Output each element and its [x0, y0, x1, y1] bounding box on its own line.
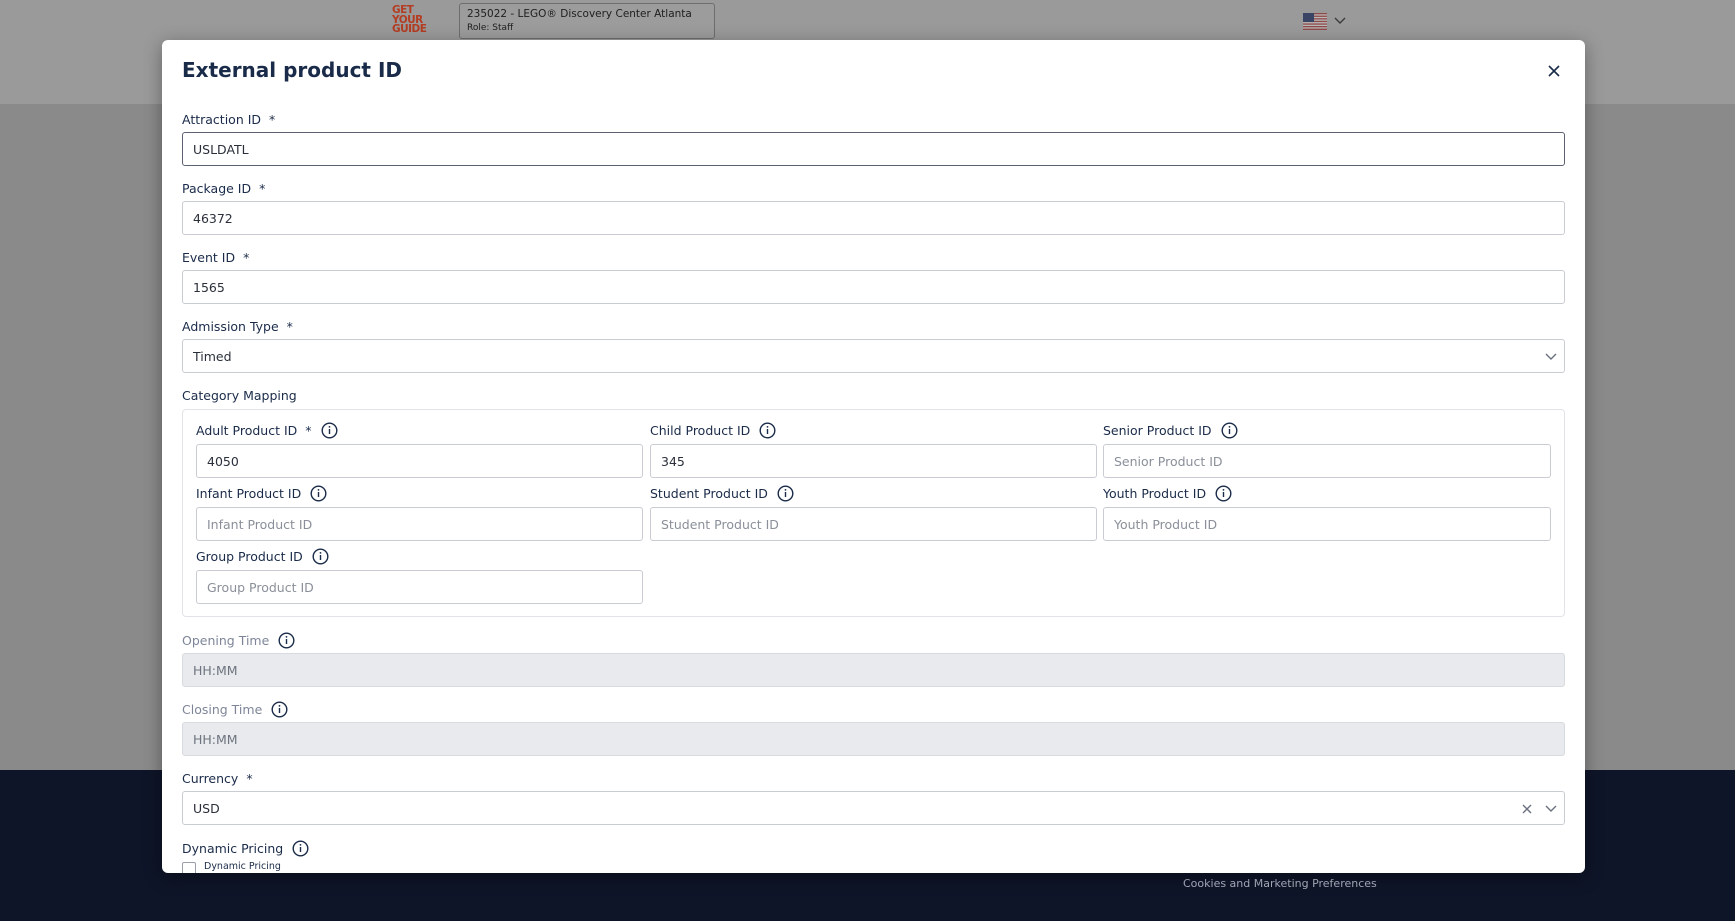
required-marker: *	[305, 423, 312, 438]
adult-product-id-input[interactable]	[196, 444, 643, 478]
group-product-id-label: Group Product ID	[196, 548, 329, 565]
info-icon[interactable]	[312, 548, 329, 565]
youth-product-id-input[interactable]	[1103, 507, 1551, 541]
admission-type-value: Timed	[193, 348, 232, 364]
senior-product-id-label: Senior Product ID	[1103, 422, 1238, 439]
category-mapping-label: Category Mapping	[182, 388, 297, 403]
label-text: Youth Product ID	[1103, 486, 1207, 501]
account-switcher[interactable]: 235022 - LEGO® Discovery Center Atlanta …	[459, 3, 715, 39]
senior-product-id-input[interactable]	[1103, 444, 1551, 478]
label-text: Currency	[182, 771, 239, 786]
info-icon[interactable]	[321, 422, 338, 439]
info-icon[interactable]	[292, 840, 309, 857]
package-id-input[interactable]	[182, 201, 1565, 235]
label-text: Infant Product ID	[196, 486, 302, 501]
info-icon[interactable]	[1221, 422, 1238, 439]
label-text: Opening Time	[182, 633, 270, 648]
required-marker: *	[259, 181, 266, 196]
package-id-label: Package ID *	[182, 181, 265, 196]
dynamic-pricing-label: Dynamic Pricing	[182, 840, 309, 857]
label-text: Package ID	[182, 181, 252, 196]
attraction-id-input[interactable]	[182, 132, 1565, 166]
label-text: Event ID	[182, 250, 236, 265]
currency-label: Currency *	[182, 771, 253, 786]
info-icon[interactable]	[777, 485, 794, 502]
attraction-id-label: Attraction ID *	[182, 112, 275, 127]
student-product-id-input[interactable]	[650, 507, 1097, 541]
modal-title: External product ID	[182, 58, 402, 82]
label-text: Closing Time	[182, 702, 263, 717]
info-icon[interactable]	[310, 485, 327, 502]
cookies-preferences-link[interactable]: Cookies and Marketing Preferences	[1183, 877, 1377, 890]
info-icon[interactable]	[1215, 485, 1232, 502]
us-flag-icon[interactable]	[1303, 13, 1327, 30]
required-marker: *	[243, 250, 250, 265]
close-icon[interactable]	[1544, 61, 1564, 81]
info-icon[interactable]	[278, 632, 295, 649]
event-id-input[interactable]	[182, 270, 1565, 304]
student-product-id-label: Student Product ID	[650, 485, 794, 502]
getyourguide-logo[interactable]: GET YOUR GUIDE	[392, 5, 430, 36]
label-text: Attraction ID	[182, 112, 262, 127]
currency-value: USD	[193, 800, 220, 816]
required-marker: *	[286, 319, 293, 334]
external-product-id-modal: External product ID Attraction ID * Pack…	[162, 40, 1585, 873]
label-text: Category Mapping	[182, 388, 297, 403]
child-product-id-label: Child Product ID	[650, 422, 776, 439]
event-id-label: Event ID *	[182, 250, 249, 265]
currency-select[interactable]: USD	[182, 791, 1565, 825]
label-text: Adult Product ID	[196, 423, 298, 438]
adult-product-id-label: Adult Product ID *	[196, 422, 338, 439]
label-text: Group Product ID	[196, 549, 303, 564]
chevron-down-icon	[1545, 353, 1557, 360]
infant-product-id-label: Infant Product ID	[196, 485, 327, 502]
opening-time-label: Opening Time	[182, 632, 295, 649]
account-title: 235022 - LEGO® Discovery Center Atlanta	[467, 8, 692, 20]
info-icon[interactable]	[271, 701, 288, 718]
required-marker: *	[246, 771, 253, 786]
infant-product-id-input[interactable]	[196, 507, 643, 541]
admission-type-label: Admission Type *	[182, 319, 293, 334]
clear-icon[interactable]	[1520, 802, 1534, 816]
info-icon[interactable]	[759, 422, 776, 439]
logo-line-3: GUIDE	[392, 23, 427, 35]
youth-product-id-label: Youth Product ID	[1103, 485, 1232, 502]
label-text: Admission Type	[182, 319, 279, 334]
required-marker: *	[269, 112, 276, 127]
group-product-id-input[interactable]	[196, 570, 643, 604]
label-text: Child Product ID	[650, 423, 751, 438]
label-text: Dynamic Pricing	[182, 841, 284, 856]
label-text: Student Product ID	[650, 486, 768, 501]
chevron-down-icon[interactable]	[1334, 15, 1346, 25]
closing-time-input[interactable]	[182, 722, 1565, 756]
child-product-id-input[interactable]	[650, 444, 1097, 478]
account-role: Role: Staff	[467, 23, 514, 33]
dynamic-pricing-checkbox[interactable]	[182, 862, 196, 873]
chevron-down-icon[interactable]	[1544, 803, 1558, 815]
label-text: Senior Product ID	[1103, 423, 1212, 438]
dynamic-pricing-checkbox-label: Dynamic Pricing	[204, 861, 281, 872]
closing-time-label: Closing Time	[182, 701, 288, 718]
opening-time-input[interactable]	[182, 653, 1565, 687]
admission-type-select[interactable]: Timed	[182, 339, 1565, 373]
